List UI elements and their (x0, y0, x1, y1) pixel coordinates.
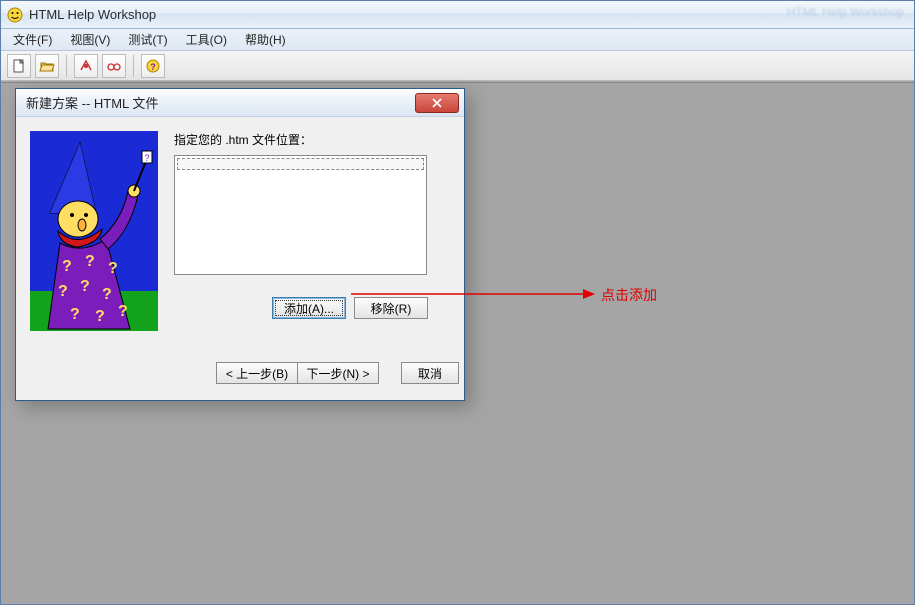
toolbar-open-icon[interactable] (35, 54, 59, 78)
file-list-selection (177, 158, 424, 170)
svg-text:?: ? (58, 283, 68, 300)
file-location-label: 指定您的 .htm 文件位置： (174, 131, 312, 148)
wizard-image: ? ? ? ? ? ? ? ? ? ? (30, 131, 158, 331)
content-area: 新建方案 -- HTML 文件 (1, 82, 914, 604)
svg-text:?: ? (62, 258, 72, 275)
svg-text:?: ? (150, 62, 156, 72)
menu-view[interactable]: 视图(V) (62, 29, 118, 50)
app-icon (7, 7, 23, 23)
main-window: HTML Help Workshop HTML Help Workshop 文件… (0, 0, 915, 605)
menu-test[interactable]: 测试(T) (120, 29, 175, 50)
toolbar-compile-icon[interactable] (74, 54, 98, 78)
svg-text:?: ? (85, 253, 95, 270)
toolbar-separator (133, 55, 134, 77)
dialog-titlebar: 新建方案 -- HTML 文件 (16, 89, 464, 117)
svg-text:?: ? (70, 306, 80, 323)
toolbar-separator (66, 55, 67, 77)
background-app-label: HTML Help Workshop (787, 5, 904, 19)
svg-text:?: ? (108, 260, 118, 277)
svg-text:?: ? (144, 153, 149, 163)
close-button[interactable] (415, 93, 459, 113)
cancel-button[interactable]: 取消 (401, 362, 459, 384)
back-button[interactable]: < 上一步(B) (216, 362, 298, 384)
titlebar: HTML Help Workshop HTML Help Workshop (1, 1, 914, 29)
dialog-title: 新建方案 -- HTML 文件 (26, 93, 415, 112)
app-title: HTML Help Workshop (29, 7, 908, 22)
new-project-dialog: 新建方案 -- HTML 文件 (15, 88, 465, 401)
annotation-text: 点击添加 (601, 285, 657, 305)
toolbar-new-icon[interactable] (7, 54, 31, 78)
svg-text:?: ? (118, 303, 128, 320)
menu-help[interactable]: 帮助(H) (237, 29, 294, 50)
dialog-body: ? ? ? ? ? ? ? ? ? ? 指定您的 .htm 文件位置： (16, 117, 464, 400)
menubar: 文件(F) 视图(V) 测试(T) 工具(O) 帮助(H) (1, 29, 914, 51)
menu-file[interactable]: 文件(F) (5, 29, 60, 50)
remove-button[interactable]: 移除(R) (354, 297, 428, 319)
svg-text:?: ? (80, 278, 90, 295)
menu-tools[interactable]: 工具(O) (178, 29, 235, 50)
svg-text:?: ? (95, 308, 105, 325)
svg-text:?: ? (102, 286, 112, 303)
add-button[interactable]: 添加(A)... (272, 297, 346, 319)
file-list[interactable] (174, 155, 427, 275)
toolbar-help-wizard-icon[interactable]: ? (141, 54, 165, 78)
toolbar: ? (1, 51, 914, 81)
toolbar-glasses-icon[interactable] (102, 54, 126, 78)
next-button[interactable]: 下一步(N) > (297, 362, 379, 384)
